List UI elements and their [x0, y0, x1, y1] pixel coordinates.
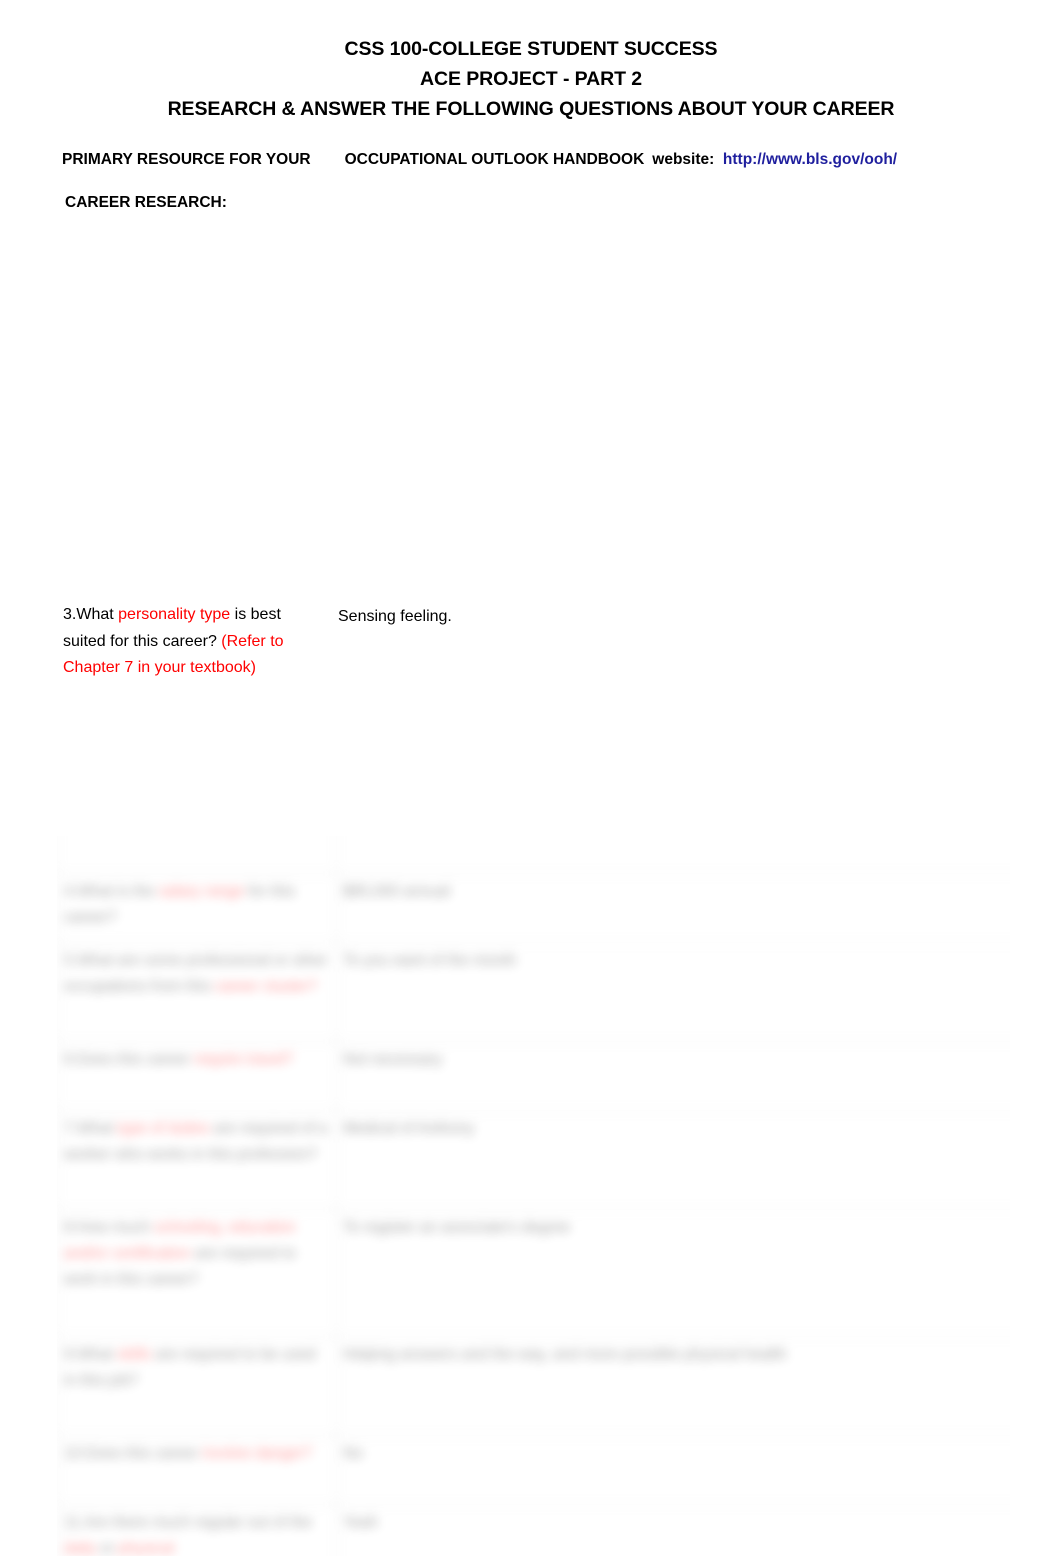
- table-cell-answer: No: [336, 1435, 1010, 1505]
- cell-text-red-2: physical: [118, 1540, 175, 1556]
- table-cell-answer: Not necessary: [336, 1041, 1010, 1111]
- bls-ooh-link[interactable]: http://www.bls.gov/ooh/: [723, 151, 897, 168]
- table-cell-question: 10.Does this career involve danger?: [57, 1435, 337, 1505]
- table-cell-answer: Helping answers and the way, and more po…: [336, 1336, 1010, 1436]
- table-cell-answer: Medical of Anthony: [336, 1110, 1010, 1210]
- table-row: 5.What are some professional or other oc…: [57, 942, 1010, 1042]
- table-cell-answer: To register an associate's degree: [336, 1209, 1010, 1337]
- cell-text-red: daily: [64, 1540, 96, 1556]
- table-row: 11.Are there much regular out of the dai…: [57, 1504, 1010, 1556]
- table-cell-question: 5.What are some professional or other oc…: [57, 942, 337, 1042]
- cell-text-red: career cluster?: [214, 978, 318, 995]
- primary-resource-label: PRIMARY RESOURCE FOR YOUR: [62, 151, 311, 168]
- table-cell-question: [57, 836, 337, 874]
- q3-text-a: 3.What: [63, 606, 119, 623]
- career-research-label: CAREER RESEARCH:: [65, 194, 227, 211]
- table-cell-answer: [336, 836, 1010, 874]
- cell-text-red: type of duties: [117, 1120, 210, 1137]
- table-row: 7.What type of duties are required of a …: [57, 1110, 1010, 1210]
- table-cell-question: 11.Are there much regular out of the dai…: [57, 1504, 337, 1556]
- title-line-3: RESEARCH & ANSWER THE FOLLOWING QUESTION…: [167, 98, 895, 120]
- cell-text-red: skills: [117, 1346, 152, 1363]
- cell-text: 7.What: [64, 1120, 118, 1137]
- cell-text-tail: or: [95, 1540, 119, 1556]
- table-row: 4.What is the salary range for this care…: [57, 873, 1010, 943]
- table-row: [57, 836, 1010, 874]
- table-row: 8.How much schooling, education and/or c…: [57, 1209, 1010, 1337]
- career-questions-table: 4.What is the salary range for this care…: [57, 836, 1010, 1556]
- cell-text-red: require travel?: [194, 1051, 294, 1068]
- cell-text-red: involve danger?: [202, 1445, 313, 1462]
- table-cell-answer: To you want of the month: [336, 942, 1010, 1042]
- cell-text: 10.Does this career: [64, 1445, 203, 1462]
- handbook-label: OCCUPATIONAL OUTLOOK HANDBOOK: [344, 151, 645, 168]
- cell-text-red: salary range: [158, 883, 245, 900]
- website-label: website:: [652, 151, 715, 168]
- table-cell-question: 9.What skills are required to be used in…: [57, 1336, 337, 1436]
- page-title: CSS 100-COLLEGE STUDENT SUCCESS ACE PROJ…: [0, 34, 1062, 124]
- q3-highlight-personality-type: personality type: [118, 606, 231, 623]
- primary-resource-block: PRIMARY RESOURCE FOR YOUR OCCUPATIONAL OU…: [62, 148, 1002, 215]
- question-3-prompt: 3.What personality type is best suited f…: [63, 602, 311, 682]
- cell-text: 6.Does this career: [64, 1051, 195, 1068]
- document-page: CSS 100-COLLEGE STUDENT SUCCESS ACE PROJ…: [0, 0, 1062, 1556]
- table-row: 6.Does this career require travel? Not n…: [57, 1041, 1010, 1111]
- blurred-table-preview: 4.What is the salary range for this care…: [57, 836, 1010, 1556]
- title-line-1: CSS 100-COLLEGE STUDENT SUCCESS: [344, 38, 718, 60]
- cell-text: 9.What: [64, 1346, 118, 1363]
- table-cell-question: 6.Does this career require travel?: [57, 1041, 337, 1111]
- table-row: 9.What skills are required to be used in…: [57, 1336, 1010, 1436]
- table-cell-question: 7.What type of duties are required of a …: [57, 1110, 337, 1210]
- primary-resource-line: PRIMARY RESOURCE FOR YOUR OCCUPATIONAL OU…: [62, 148, 1002, 172]
- table-cell-answer: Yeah: [336, 1504, 1010, 1556]
- question-3-answer: Sensing feeling.: [338, 608, 452, 625]
- cell-text: 4.What is the: [64, 883, 159, 900]
- table-cell-answer: $85,000 annual: [336, 873, 1010, 943]
- table-row: 10.Does this career involve danger? No: [57, 1435, 1010, 1505]
- table-cell-question: 4.What is the salary range for this care…: [57, 873, 337, 943]
- title-line-2: ACE PROJECT - PART 2: [420, 68, 642, 90]
- table-cell-question: 8.How much schooling, education and/or c…: [57, 1209, 337, 1337]
- cell-text: 8.How much: [64, 1219, 155, 1236]
- cell-text: 11.Are there much regular out of the: [64, 1514, 312, 1531]
